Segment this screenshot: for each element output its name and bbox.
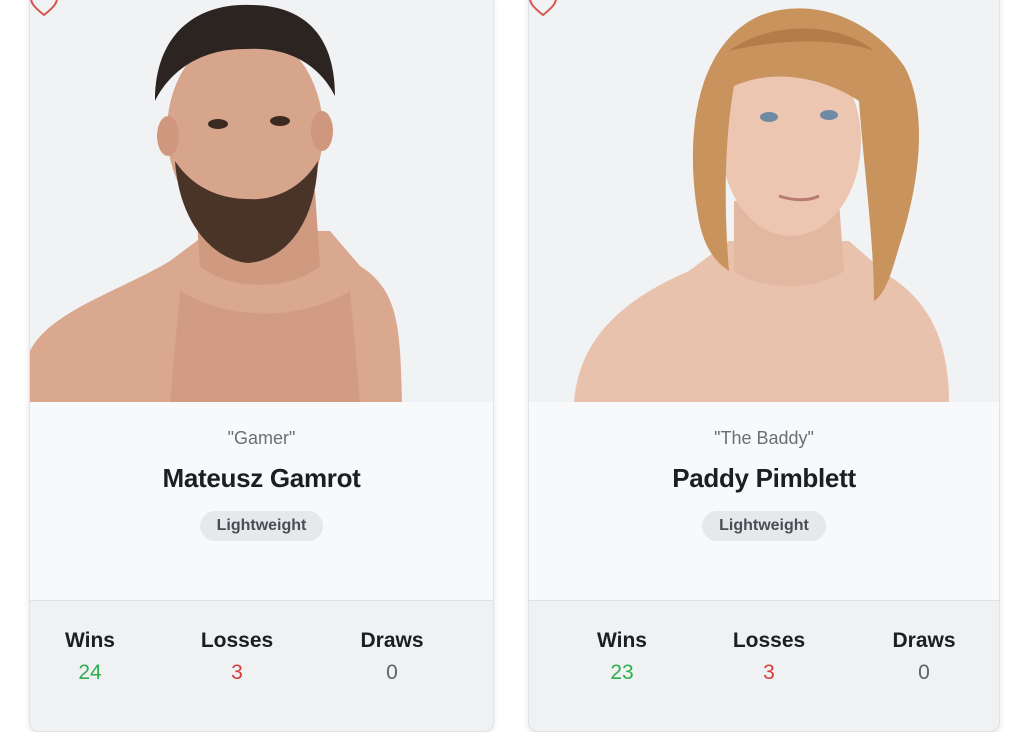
fighter-photo: [30, 0, 493, 402]
draws-stat: Draws 0: [332, 629, 452, 685]
losses-label: Losses: [732, 629, 806, 652]
draws-value: 0: [386, 661, 398, 684]
fighter-info: "Gamer" Mateusz Gamrot Lightweight: [30, 402, 493, 600]
favorite-heart-icon[interactable]: [30, 0, 58, 17]
fighter-record: Wins 23 Losses 3 Draws 0: [529, 600, 999, 731]
fighter-portrait-image: [30, 4, 402, 402]
wins-stat: Wins 24: [30, 629, 150, 685]
favorite-heart-icon[interactable]: [529, 0, 557, 17]
fighter-photo: [529, 0, 999, 402]
wins-stat: Wins 23: [562, 629, 682, 685]
fighter-nickname: "The Baddy": [714, 428, 814, 448]
fighter-card[interactable]: "Gamer" Mateusz Gamrot Lightweight Wins …: [29, 0, 494, 732]
division-badge: Lightweight: [702, 511, 826, 541]
losses-label: Losses: [200, 629, 274, 652]
fighter-info: "The Baddy" Paddy Pimblett Lightweight: [529, 402, 999, 600]
wins-label: Wins: [65, 629, 115, 652]
fighter-portrait-image: [574, 8, 949, 402]
losses-stat: Losses 3: [177, 629, 297, 685]
division-badge: Lightweight: [199, 511, 324, 541]
draws-label: Draws: [892, 629, 956, 652]
draws-label: Draws: [360, 629, 424, 652]
draws-value: 0: [918, 661, 930, 684]
fighter-name[interactable]: Paddy Pimblett: [529, 463, 999, 494]
fighter-card[interactable]: "The Baddy" Paddy Pimblett Lightweight W…: [528, 0, 1000, 732]
fighter-name[interactable]: Mateusz Gamrot: [30, 463, 493, 494]
fighter-card-grid: "Gamer" Mateusz Gamrot Lightweight Wins …: [0, 0, 1026, 732]
draws-stat: Draws 0: [864, 629, 984, 685]
wins-value: 23: [610, 661, 634, 684]
losses-value: 3: [763, 661, 775, 684]
fighter-nickname: "Gamer": [227, 428, 296, 448]
losses-value: 3: [231, 661, 243, 684]
fighter-record: Wins 24 Losses 3 Draws 0: [30, 600, 493, 731]
losses-stat: Losses 3: [709, 629, 829, 685]
wins-value: 24: [78, 661, 102, 684]
wins-label: Wins: [597, 629, 647, 652]
